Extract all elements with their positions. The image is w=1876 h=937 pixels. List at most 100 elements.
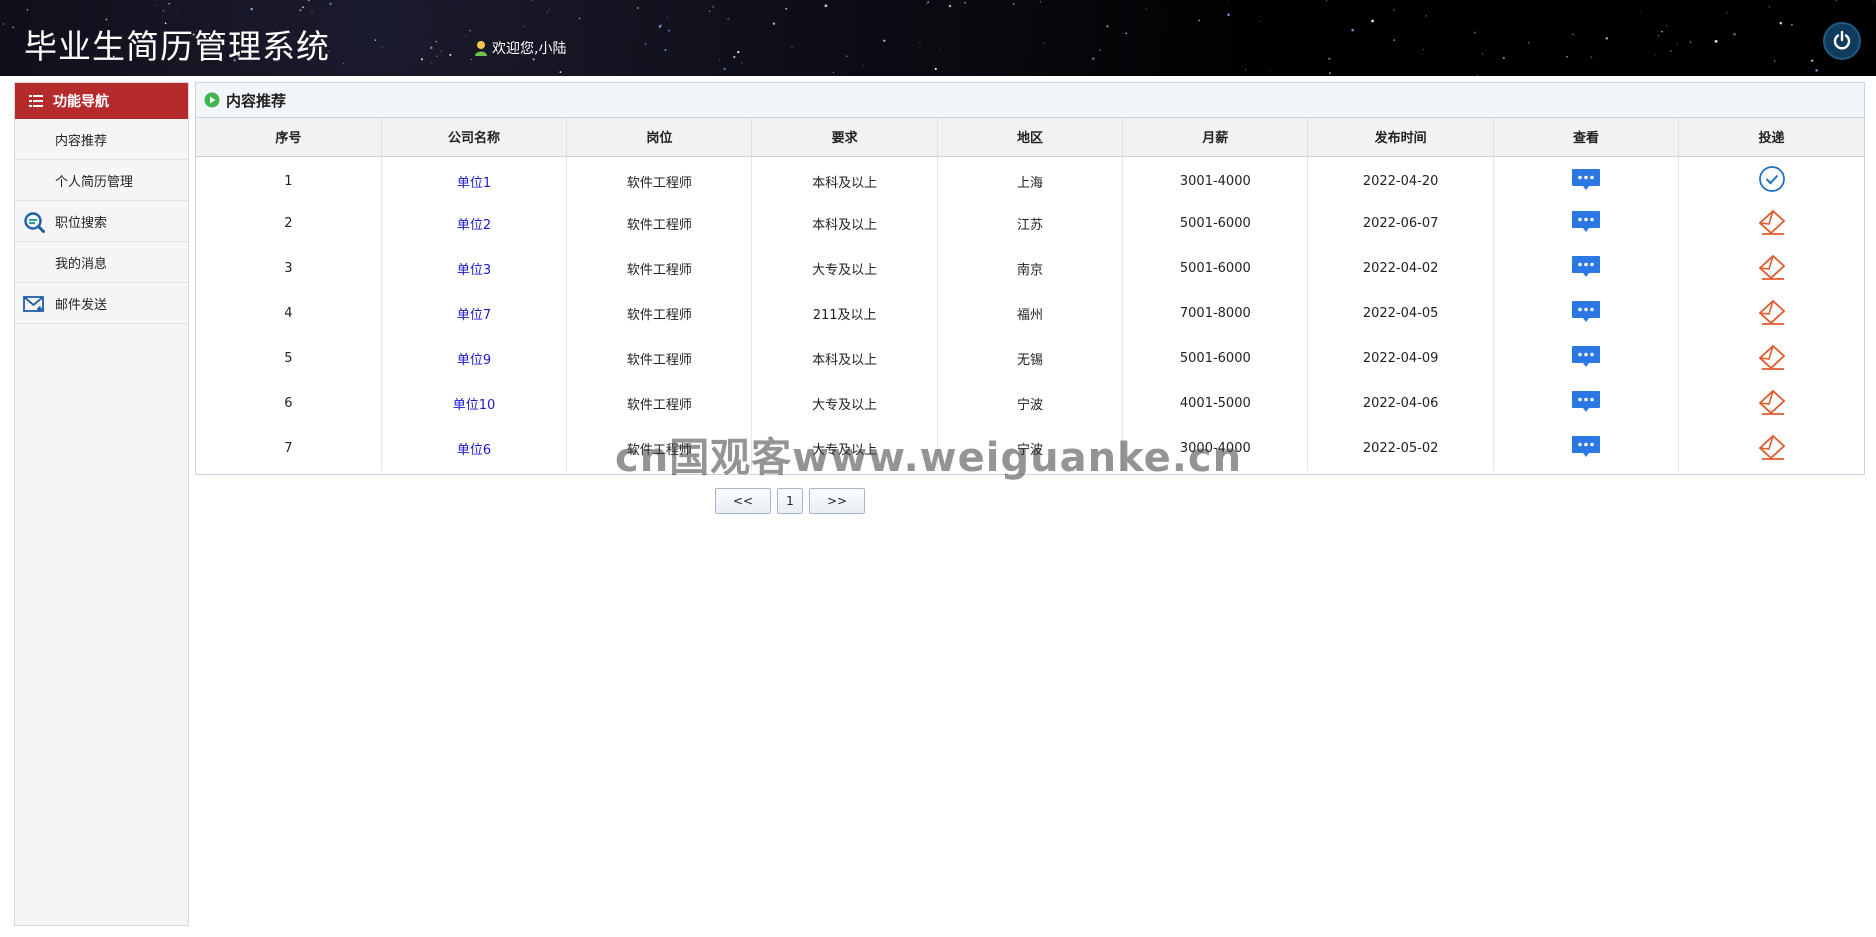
cell-no: 4 xyxy=(196,291,382,336)
star-dot xyxy=(741,62,743,64)
star-dot xyxy=(990,31,992,33)
star-dot xyxy=(329,2,332,6)
table-row: 3 单位3 软件工程师 大专及以上 南京 5001-6000 2022-04-02 xyxy=(196,246,1864,291)
star-dot xyxy=(430,46,433,49)
sidebar-item-send-mail[interactable]: 邮件发送 xyxy=(15,283,188,324)
company-link[interactable]: 单位2 xyxy=(457,218,491,233)
cell-no: 6 xyxy=(196,381,382,426)
star-dot xyxy=(1815,69,1818,72)
table-row: 6 单位10 软件工程师 大专及以上 宁波 4001-5000 2022-04-06 xyxy=(196,381,1864,426)
chat-bubble-icon[interactable] xyxy=(1570,388,1602,416)
panel-title: 内容推荐 xyxy=(226,91,287,110)
sidebar-item-resume-management[interactable]: 个人简历管理 xyxy=(15,160,188,201)
star-dot xyxy=(1836,0,1838,1)
cell-deliver xyxy=(1679,156,1864,201)
table-row: 5 单位9 软件工程师 本科及以上 无锡 5001-6000 2022-04-09 xyxy=(196,336,1864,381)
star-dot xyxy=(927,1,930,4)
cell-company: 单位2 xyxy=(381,201,568,246)
star-dot xyxy=(522,25,524,27)
sidebar-item-content-recommend[interactable]: 内容推荐 xyxy=(15,119,188,160)
send-envelope-icon[interactable] xyxy=(1756,388,1788,416)
welcome-text: 欢迎您,小陆 xyxy=(492,41,567,57)
panel-header: 内容推荐 xyxy=(196,83,1864,118)
star-dot xyxy=(1329,72,1331,75)
send-envelope-icon[interactable] xyxy=(1756,208,1788,236)
star-dot xyxy=(1528,42,1530,44)
star-dot xyxy=(250,7,253,11)
star-dot xyxy=(712,6,715,8)
star-dot xyxy=(1198,19,1200,22)
star-dot xyxy=(737,50,740,54)
cell-view xyxy=(1493,381,1680,426)
chat-bubble-icon[interactable] xyxy=(1570,433,1602,461)
cell-region: 福州 xyxy=(937,291,1124,336)
star-dot xyxy=(644,43,647,45)
send-envelope-icon[interactable] xyxy=(1756,298,1788,326)
star-dot xyxy=(708,10,711,12)
star-dot xyxy=(1125,32,1128,35)
list-icon xyxy=(29,95,43,107)
cell-requirement: 大专及以上 xyxy=(751,381,938,426)
logout-button[interactable] xyxy=(1823,22,1861,60)
cell-salary: 5001-6000 xyxy=(1122,246,1309,291)
cell-date: 2022-04-09 xyxy=(1307,336,1494,381)
cell-company: 单位7 xyxy=(381,291,568,336)
star-dot xyxy=(12,26,15,29)
cell-deliver xyxy=(1679,246,1864,291)
sidebar-item-label: 邮件发送 xyxy=(55,297,108,313)
star-dot xyxy=(175,9,177,11)
star-dot xyxy=(1476,74,1478,76)
cell-deliver xyxy=(1679,336,1864,381)
star-dot xyxy=(1259,20,1261,22)
cell-region: 南京 xyxy=(937,246,1124,291)
page-number-button[interactable]: 1 xyxy=(777,488,803,514)
star-dot xyxy=(549,8,551,10)
star-dot xyxy=(420,58,423,61)
cell-position: 软件工程师 xyxy=(566,426,753,471)
star-dot xyxy=(168,2,170,5)
star-dot xyxy=(939,47,941,49)
cell-no: 3 xyxy=(196,246,382,291)
star-dot xyxy=(919,42,921,44)
send-envelope-icon[interactable] xyxy=(1756,343,1788,371)
star-dot xyxy=(964,1,966,4)
chat-bubble-icon[interactable] xyxy=(1570,166,1602,194)
cell-no: 5 xyxy=(196,336,382,381)
checkmark-circle-icon[interactable] xyxy=(1756,165,1788,194)
star-dot xyxy=(1661,30,1663,33)
cell-date: 2022-06-07 xyxy=(1307,201,1494,246)
star-dot xyxy=(1245,69,1247,71)
sidebar-item-job-search[interactable]: 职位搜索 xyxy=(15,201,188,242)
star-dot xyxy=(449,53,452,56)
chat-bubble-icon[interactable] xyxy=(1570,298,1602,326)
prev-page-button[interactable]: << xyxy=(715,488,771,514)
cell-date: 2022-05-02 xyxy=(1307,426,1494,471)
send-envelope-icon[interactable] xyxy=(1756,433,1788,461)
cell-requirement: 大专及以上 xyxy=(751,426,938,471)
company-link[interactable]: 单位9 xyxy=(457,353,491,368)
cell-no: 2 xyxy=(196,201,382,246)
chat-bubble-icon[interactable] xyxy=(1570,253,1602,281)
column-header-requirement: 要求 xyxy=(751,118,938,157)
sidebar-item-my-messages[interactable]: 我的消息 xyxy=(15,242,188,283)
star-dot xyxy=(723,67,726,70)
company-link[interactable]: 单位1 xyxy=(457,176,491,191)
chat-bubble-icon[interactable] xyxy=(1570,343,1602,371)
sidebar: 功能导航 内容推荐 个人简历管理 职位搜索 我的消息 邮件发送 xyxy=(14,82,189,926)
company-link[interactable]: 单位7 xyxy=(457,308,491,323)
star-dot xyxy=(1872,0,1874,2)
cell-date: 2022-04-20 xyxy=(1307,156,1494,201)
column-header-no: 序号 xyxy=(196,118,382,157)
chat-bubble-icon[interactable] xyxy=(1570,208,1602,236)
send-envelope-icon[interactable] xyxy=(1756,253,1788,281)
next-page-button[interactable]: >> xyxy=(809,488,865,514)
star-dot xyxy=(469,29,472,32)
sidebar-item-label: 内容推荐 xyxy=(55,133,108,149)
cell-date: 2022-04-05 xyxy=(1307,291,1494,336)
star-dot xyxy=(791,46,793,48)
company-link[interactable]: 单位3 xyxy=(457,263,491,278)
cell-view xyxy=(1493,246,1680,291)
star-dot xyxy=(863,65,865,67)
company-link[interactable]: 单位6 xyxy=(457,443,491,458)
company-link[interactable]: 单位10 xyxy=(453,398,496,413)
